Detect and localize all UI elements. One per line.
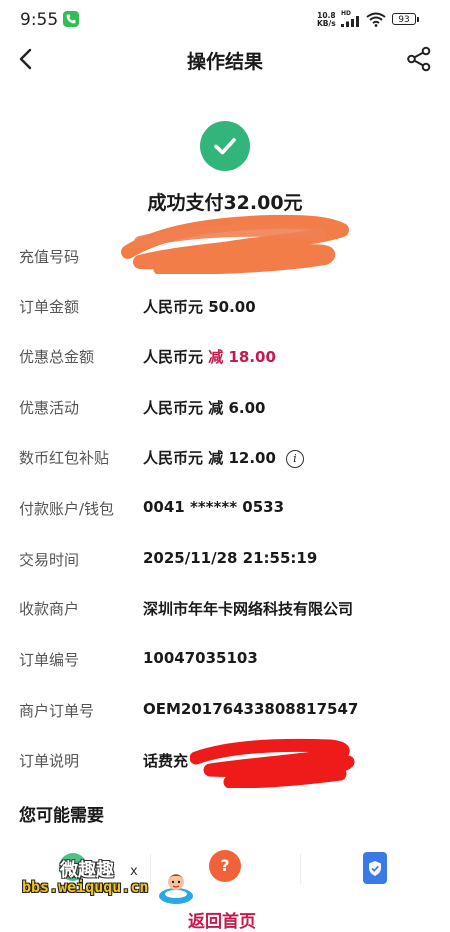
detail-row-promotion: 优惠活动 人民币元 减 6.00 xyxy=(0,393,450,423)
share-icon xyxy=(407,46,431,72)
network-speed-unit: KB/s xyxy=(317,19,336,28)
detail-value: 人民币元 50.00 xyxy=(143,298,256,316)
help-question-icon[interactable]: ? xyxy=(209,850,241,882)
watermark-mascot-icon xyxy=(159,874,193,904)
detail-row-discount-total: 优惠总金额 人民币元 减 18.00 xyxy=(0,342,450,372)
detail-label: 订单金额 xyxy=(19,298,80,316)
detail-label: 充值号码 xyxy=(19,248,80,266)
shield-phone-icon[interactable] xyxy=(363,852,387,884)
signal-icon xyxy=(341,16,359,27)
top-app-bar: 操作结果 xyxy=(0,40,450,80)
wifi-icon xyxy=(366,12,386,27)
detail-row-merchant-order-number: 商户订单号 OEM20176433808817547 xyxy=(0,696,450,726)
detail-value: 10047035103 xyxy=(143,649,258,667)
call-active-icon xyxy=(63,11,79,27)
detail-value: 人民币元 减 6.00 xyxy=(143,399,266,417)
status-bar: 9:55 10.8 KB/s HD 93 xyxy=(0,0,450,40)
divider xyxy=(300,854,301,884)
detail-row-red-packet-subsidy: 数币红包补贴 人民币元 减 12.00 i xyxy=(0,443,450,473)
detail-value: 2025/11/28 21:55:19 xyxy=(143,549,318,567)
detail-row-order-number: 订单编号 10047035103 xyxy=(0,645,450,675)
detail-label: 优惠总金额 xyxy=(19,348,95,366)
detail-value-prefix: 人民币元 xyxy=(143,348,209,366)
battery-icon: 93 xyxy=(392,13,416,25)
page-title: 操作结果 xyxy=(186,51,263,73)
network-speed: 10.8 KB/s xyxy=(317,12,336,28)
detail-value: 0041 ****** 0533 xyxy=(143,498,285,516)
watermark-mark: x xyxy=(130,864,138,879)
detail-label: 商户订单号 xyxy=(19,702,95,720)
detail-value: OEM20176433808817547 xyxy=(143,700,359,718)
detail-value: 人民币元 减 18.00 xyxy=(143,346,276,367)
detail-label: 收款商户 xyxy=(19,600,80,618)
detail-label: 订单编号 xyxy=(19,651,80,669)
discount-amount: 减 18.00 xyxy=(208,348,276,366)
detail-row-payment-account: 付款账户/钱包 0041 ****** 0533 xyxy=(0,494,450,524)
detail-row-order-amount: 订单金额 人民币元 50.00 xyxy=(0,292,450,322)
payment-success-message: 成功支付32.00元 xyxy=(147,192,303,214)
success-check-icon xyxy=(200,121,250,171)
share-button[interactable] xyxy=(405,45,433,73)
detail-label: 订单说明 xyxy=(19,752,80,770)
detail-label: 数币红包补贴 xyxy=(19,449,110,467)
detail-value: 人民币元 减 12.00 i xyxy=(143,447,304,468)
recommend-section-title: 您可能需要 xyxy=(19,806,104,826)
detail-label: 交易时间 xyxy=(19,551,80,569)
battery-cap xyxy=(417,17,419,22)
detail-label: 优惠活动 xyxy=(19,399,80,417)
detail-value-text: 人民币元 减 12.00 xyxy=(143,449,276,467)
redaction-scribble-red xyxy=(190,738,355,788)
redaction-scribble-orange xyxy=(121,214,349,274)
info-icon[interactable]: i xyxy=(285,450,304,468)
watermark-url: bbs.weiququ.cn xyxy=(22,878,149,896)
detail-value: 深圳市年年卡网络科技有限公司 xyxy=(143,600,354,618)
divider xyxy=(150,854,151,884)
detail-row-merchant: 收款商户 深圳市年年卡网络科技有限公司 xyxy=(0,594,450,624)
detail-label: 付款账户/钱包 xyxy=(19,500,115,518)
detail-value: 话费充 xyxy=(143,752,189,770)
detail-row-transaction-time: 交易时间 2025/11/28 21:55:19 xyxy=(0,545,450,575)
status-time: 9:55 xyxy=(20,10,59,30)
